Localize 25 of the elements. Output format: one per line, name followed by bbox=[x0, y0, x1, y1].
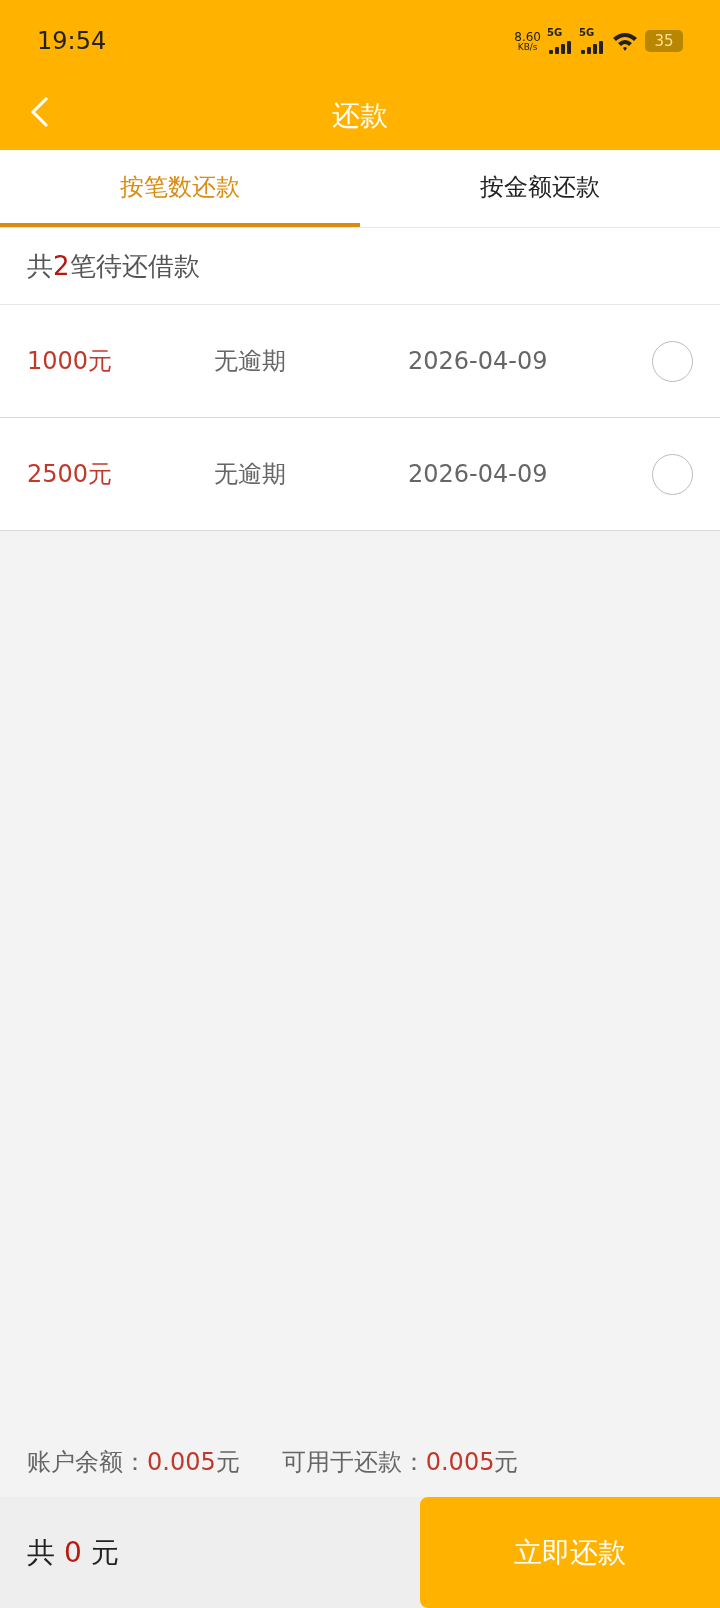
loan-amount: 2500元 bbox=[27, 459, 114, 490]
network-type: 5G bbox=[579, 28, 595, 38]
back-icon bbox=[30, 96, 50, 128]
pending-loans-count: 共2笔待还借款 bbox=[27, 249, 200, 283]
account-balance: 账户余额：0.005元 bbox=[27, 1447, 240, 1478]
wifi-icon bbox=[611, 30, 639, 52]
signal-icon bbox=[547, 38, 573, 54]
radio-button[interactable] bbox=[652, 453, 693, 495]
loan-amount: 1000元 bbox=[27, 346, 114, 377]
battery-indicator: 35 bbox=[645, 30, 683, 52]
network-type: 5G bbox=[547, 28, 563, 38]
page-title: 还款 bbox=[332, 98, 388, 134]
due-date: 2026-04-09 bbox=[408, 459, 549, 490]
signal-icon bbox=[579, 38, 605, 54]
status-time: 19:54 bbox=[37, 26, 107, 57]
due-date: 2026-04-09 bbox=[408, 346, 549, 377]
tab[interactable]: 按金额还款 bbox=[360, 150, 720, 227]
network-speed-unit: KB/s bbox=[517, 42, 538, 52]
available-balance: 可用于还款：0.005元 bbox=[281, 1447, 519, 1478]
network-speed: 8.60 bbox=[514, 30, 541, 43]
radio-button[interactable] bbox=[652, 340, 693, 382]
overdue-status: 无逾期 bbox=[214, 346, 287, 377]
total-amount: 共 0 元 bbox=[27, 1534, 119, 1571]
pay-now-button[interactable]: 立即还款 bbox=[420, 1497, 720, 1608]
overdue-status: 无逾期 bbox=[214, 459, 287, 490]
